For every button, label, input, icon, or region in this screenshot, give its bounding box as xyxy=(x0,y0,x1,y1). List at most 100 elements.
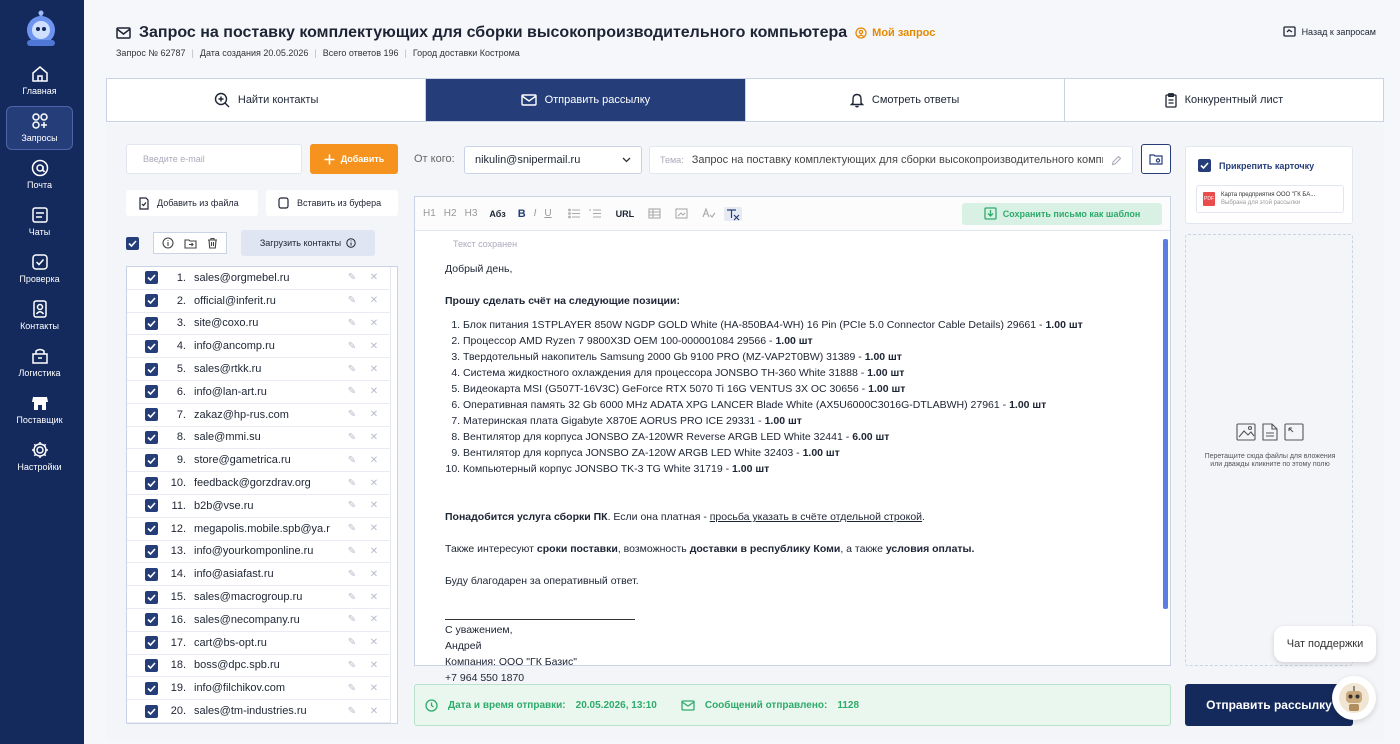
underline-button[interactable]: U xyxy=(544,208,551,219)
row-checkbox[interactable] xyxy=(145,590,158,604)
templates-folder-button[interactable] xyxy=(1141,144,1171,174)
table-row[interactable]: 15. sales@macrogroup.ru ✎ ✕ xyxy=(127,586,391,609)
row-checkbox[interactable] xyxy=(145,499,158,513)
tab-find-contacts[interactable]: Найти контакты xyxy=(107,79,427,121)
add-from-file-button[interactable]: Добавить из файла xyxy=(126,190,258,216)
row-checkbox[interactable] xyxy=(145,294,158,308)
delete-icon[interactable]: ✕ xyxy=(367,318,381,329)
attach-card-toggle[interactable]: Прикрепить карточку xyxy=(1198,159,1314,172)
editor-scrollbar[interactable] xyxy=(1163,239,1168,609)
h2-button[interactable]: H2 xyxy=(444,208,457,219)
delete-icon[interactable]: ✕ xyxy=(367,614,381,625)
edit-icon[interactable]: ✎ xyxy=(345,386,359,397)
attach-card-checkbox[interactable] xyxy=(1198,159,1211,172)
sidebar-item-home[interactable]: Главная xyxy=(6,60,73,104)
attachment-dropzone[interactable]: Перетащите сюда файлы для вложения или д… xyxy=(1185,234,1353,666)
message-editor[interactable]: H1 H2 H3 Абз B I U URL Сохранить письмо … xyxy=(414,196,1171,684)
support-robot-button[interactable] xyxy=(1332,676,1376,720)
row-checkbox[interactable] xyxy=(145,522,158,536)
row-checkbox[interactable] xyxy=(145,567,158,581)
url-button[interactable]: URL xyxy=(616,209,635,219)
clear-format-icon[interactable] xyxy=(724,206,743,221)
delete-icon[interactable]: ✕ xyxy=(367,364,381,375)
load-contacts-button[interactable]: Загрузить контакты xyxy=(241,230,375,256)
sidebar-item-requests[interactable]: Запросы xyxy=(6,106,73,150)
table-row[interactable]: 8. sale@mmi.su ✎ ✕ xyxy=(127,427,391,450)
numbered-list-icon[interactable] xyxy=(589,208,602,219)
bold-button[interactable]: B xyxy=(518,208,526,220)
row-checkbox[interactable] xyxy=(145,658,158,672)
table-row[interactable]: 13. info@yourkomponline.ru ✎ ✕ xyxy=(127,541,391,564)
spellcheck-icon[interactable] xyxy=(702,208,716,219)
delete-icon[interactable]: ✕ xyxy=(367,341,381,352)
row-checkbox[interactable] xyxy=(145,613,158,627)
table-row[interactable]: 6. info@lan-art.ru ✎ ✕ xyxy=(127,381,391,404)
italic-button[interactable]: I xyxy=(534,208,537,219)
delete-icon[interactable]: ✕ xyxy=(367,523,381,534)
row-checkbox[interactable] xyxy=(145,362,158,376)
table-row[interactable]: 3. site@coxo.ru ✎ ✕ xyxy=(127,313,391,336)
row-checkbox[interactable] xyxy=(145,430,158,444)
send-mailing-button[interactable]: Отправить рассылку xyxy=(1185,684,1353,726)
edit-icon[interactable]: ✎ xyxy=(345,318,359,329)
row-checkbox[interactable] xyxy=(145,704,158,718)
contacts-scrollbar[interactable] xyxy=(390,267,397,723)
table-row[interactable]: 19. info@filchikov.com ✎ ✕ xyxy=(127,677,391,701)
row-checkbox[interactable] xyxy=(145,681,158,695)
edit-icon[interactable]: ✎ xyxy=(345,500,359,511)
table-row[interactable]: 17. cart@bs-opt.ru ✎ ✕ xyxy=(127,632,391,655)
support-chat-bubble[interactable]: Чат поддержки xyxy=(1274,626,1376,662)
delete-icon[interactable]: ✕ xyxy=(367,386,381,397)
info-icon[interactable] xyxy=(162,237,174,249)
edit-icon[interactable]: ✎ xyxy=(345,523,359,534)
delete-icon[interactable]: ✕ xyxy=(367,660,381,671)
company-card-file[interactable]: PDF Карта предприятия ООО "ГК БА... Выбра… xyxy=(1196,185,1344,213)
edit-icon[interactable]: ✎ xyxy=(345,706,359,717)
edit-icon[interactable]: ✎ xyxy=(345,478,359,489)
edit-icon[interactable]: ✎ xyxy=(345,592,359,603)
edit-icon[interactable]: ✎ xyxy=(345,569,359,580)
tab-competitive-list[interactable]: Конкурентный лист xyxy=(1065,79,1383,121)
row-checkbox[interactable] xyxy=(145,408,158,422)
edit-icon[interactable]: ✎ xyxy=(345,546,359,557)
delete-icon[interactable]: ✕ xyxy=(367,432,381,443)
sidebar-item-mail[interactable]: Почта xyxy=(6,154,73,198)
save-as-template-button[interactable]: Сохранить письмо как шаблон xyxy=(962,202,1162,225)
table-row[interactable]: 14. info@asiafast.ru ✎ ✕ xyxy=(127,563,391,587)
row-checkbox[interactable] xyxy=(145,271,158,285)
sidebar-item-contacts[interactable]: Контакты xyxy=(6,295,73,339)
edit-icon[interactable]: ✎ xyxy=(345,432,359,443)
sidebar-item-settings[interactable]: Настройки xyxy=(6,436,73,480)
edit-icon[interactable]: ✎ xyxy=(345,295,359,306)
table-icon[interactable] xyxy=(648,208,661,219)
edit-icon[interactable]: ✎ xyxy=(345,409,359,420)
tab-view-answers[interactable]: Смотреть ответы xyxy=(746,79,1065,121)
paragraph-button[interactable]: Абз xyxy=(489,209,505,219)
sidebar-item-chats[interactable]: Чаты xyxy=(6,201,73,245)
h1-button[interactable]: H1 xyxy=(423,208,436,219)
bullet-list-icon[interactable] xyxy=(567,208,581,219)
delete-icon[interactable]: ✕ xyxy=(367,272,381,283)
h3-button[interactable]: H3 xyxy=(465,208,478,219)
paste-from-clipboard-button[interactable]: Вставить из буфера xyxy=(266,190,398,216)
table-row[interactable]: 4. info@ancomp.ru ✎ ✕ xyxy=(127,335,391,359)
delete-icon[interactable]: ✕ xyxy=(367,409,381,420)
trash-icon[interactable] xyxy=(207,237,218,249)
tab-send-mailing[interactable]: Отправить рассылку xyxy=(426,79,746,121)
delete-icon[interactable]: ✕ xyxy=(367,295,381,306)
row-checkbox[interactable] xyxy=(145,476,158,490)
row-checkbox[interactable] xyxy=(145,453,158,467)
edit-icon[interactable]: ✎ xyxy=(345,364,359,375)
table-row[interactable]: 20. sales@tm-industries.ru ✎ ✕ xyxy=(127,700,391,723)
row-checkbox[interactable] xyxy=(145,385,158,399)
sidebar-item-check[interactable]: Проверка xyxy=(6,248,73,292)
table-row[interactable]: 16. sales@necompany.ru ✎ ✕ xyxy=(127,609,391,632)
table-row[interactable]: 10. feedback@gorzdrav.org ✎ ✕ xyxy=(127,472,391,495)
delete-icon[interactable]: ✕ xyxy=(367,569,381,580)
edit-icon[interactable]: ✎ xyxy=(345,272,359,283)
row-checkbox[interactable] xyxy=(145,544,158,558)
row-checkbox[interactable] xyxy=(145,636,158,650)
subject-field[interactable]: Тема: Запрос на поставку комплектующих д… xyxy=(649,146,1133,174)
delete-icon[interactable]: ✕ xyxy=(367,478,381,489)
row-checkbox[interactable] xyxy=(145,339,158,353)
